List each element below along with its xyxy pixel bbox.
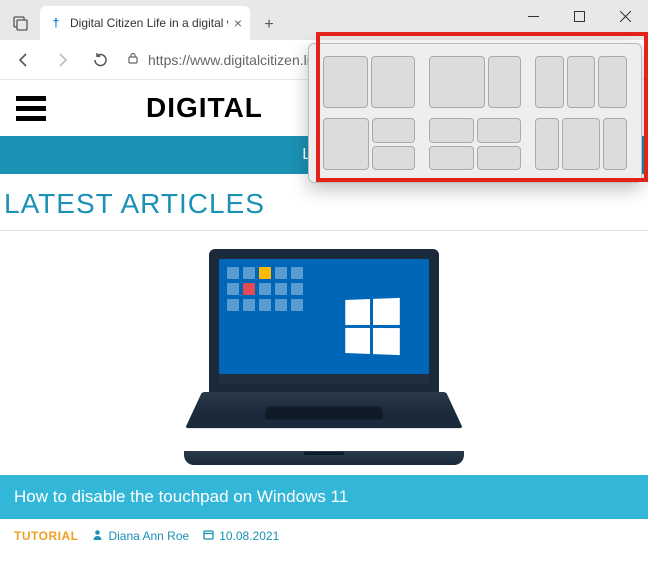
back-button[interactable] <box>8 44 40 76</box>
author-name: Diana Ann Roe <box>108 529 189 543</box>
forward-button[interactable] <box>46 44 78 76</box>
snap-layout-option-1[interactable] <box>323 56 415 108</box>
url-text: https://www.digitalcitizen.li <box>148 52 310 68</box>
window-close-button[interactable] <box>602 0 648 32</box>
new-tab-button[interactable]: + <box>254 10 284 40</box>
person-icon <box>92 529 103 543</box>
snap-layout-option-3[interactable] <box>535 56 627 108</box>
tab-actions-button[interactable] <box>6 8 36 38</box>
article-title[interactable]: How to disable the touchpad on Windows 1… <box>0 475 648 519</box>
browser-tab[interactable]: † Digital Citizen Life in a digital wo × <box>40 6 250 40</box>
lock-icon <box>126 51 140 68</box>
hamburger-menu-button[interactable] <box>16 96 46 121</box>
date-text: 10.08.2021 <box>219 529 279 543</box>
article-image <box>0 231 648 475</box>
window-maximize-button[interactable] <box>556 0 602 32</box>
snap-layout-option-6[interactable] <box>535 118 627 170</box>
window-minimize-button[interactable] <box>510 0 556 32</box>
snap-layout-option-2[interactable] <box>429 56 521 108</box>
window-titlebar: † Digital Citizen Life in a digital wo ×… <box>0 0 648 40</box>
refresh-button[interactable] <box>84 44 116 76</box>
snap-layout-option-4[interactable] <box>323 118 415 170</box>
article-author[interactable]: Diana Ann Roe <box>92 529 189 543</box>
article-meta: TUTORIAL Diana Ann Roe 10.08.2021 <box>0 519 648 553</box>
tab-title: Digital Citizen Life in a digital wo <box>70 16 228 30</box>
snap-layout-option-5[interactable] <box>429 118 521 170</box>
snap-layouts-flyout <box>308 43 642 183</box>
calendar-icon <box>203 529 214 543</box>
site-brand: DIGITAL <box>146 92 263 124</box>
tab-close-button[interactable]: × <box>234 15 242 31</box>
article-date: 10.08.2021 <box>203 529 279 543</box>
article-category[interactable]: TUTORIAL <box>14 529 78 543</box>
favicon-icon: † <box>48 15 64 31</box>
